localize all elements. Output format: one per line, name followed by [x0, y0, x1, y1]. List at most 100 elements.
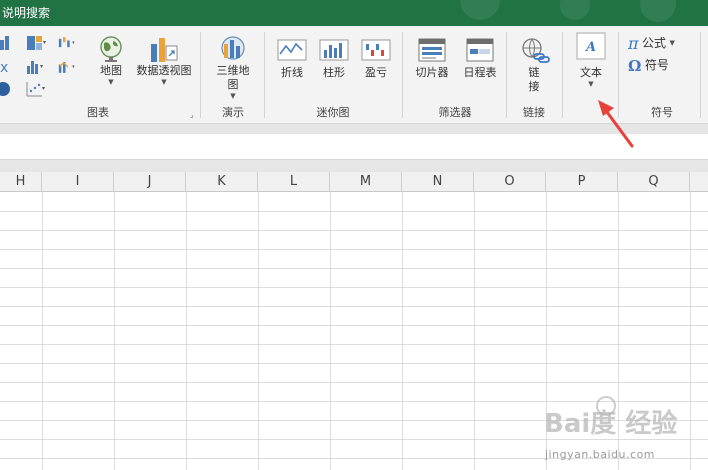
- pi-icon: π: [628, 34, 639, 53]
- grid-row-line: [0, 306, 708, 307]
- column-headers: H I J K L M N O P Q: [0, 172, 708, 192]
- chevron-down-icon: ▼: [669, 39, 675, 47]
- links-group: 链 接 链接: [510, 26, 558, 124]
- group-divider: [618, 32, 619, 118]
- title-bar: 说明搜索: [0, 0, 708, 26]
- column-header-h[interactable]: H: [0, 172, 42, 192]
- column-header-p[interactable]: P: [546, 172, 618, 192]
- combo-chart-icon[interactable]: ▾: [58, 58, 78, 76]
- grid-row-line: [0, 230, 708, 231]
- grid-row-line: [0, 268, 708, 269]
- link-label-line1: 链: [528, 66, 540, 79]
- text-label: 文本: [580, 66, 602, 79]
- column-header-q[interactable]: Q: [618, 172, 690, 192]
- sparkline-line-button[interactable]: 折线: [274, 36, 310, 80]
- timeline-button[interactable]: 日程表: [458, 36, 502, 80]
- grid-column-line: [258, 192, 259, 470]
- column-header-k[interactable]: K: [186, 172, 258, 192]
- globe-icon: [100, 36, 122, 62]
- pie-chart-icon[interactable]: [0, 80, 20, 98]
- grid-column-line: [402, 192, 403, 470]
- textbox-icon: A: [576, 32, 606, 60]
- filters-group-label: 筛选器: [438, 106, 472, 119]
- waterfall-chart-icon[interactable]: ▾: [58, 34, 78, 52]
- sparkline-column-icon: [319, 39, 349, 61]
- column-header-i[interactable]: I: [42, 172, 114, 192]
- group-divider: [700, 32, 701, 118]
- sparkline-winloss-label: 盈亏: [365, 66, 387, 79]
- filters-group: 切片器 日程表 筛选器: [406, 26, 504, 124]
- group-divider: [402, 32, 403, 118]
- statistic-chart-icon[interactable]: ▾: [26, 58, 46, 76]
- svg-text:▾: ▾: [72, 64, 75, 70]
- dialog-launcher-icon[interactable]: ⌟: [190, 110, 194, 119]
- grid-column-line: [114, 192, 115, 470]
- grid-row-line: [0, 287, 708, 288]
- symbols-group-label: 符号: [651, 106, 673, 119]
- column-header-l[interactable]: L: [258, 172, 330, 192]
- chevron-down-icon: ▼: [588, 80, 594, 88]
- group-divider: [200, 32, 201, 118]
- sparkline-winloss-button[interactable]: 盈亏: [358, 36, 394, 80]
- watermark-url: jingyan.baidu.com: [545, 448, 656, 461]
- sparkline-line-icon: [277, 39, 307, 61]
- tours-group-label: 演示: [222, 106, 244, 119]
- equation-label: 公式: [642, 36, 667, 50]
- grid-row-line: [0, 344, 708, 345]
- charts-group-label: 图表: [87, 106, 109, 119]
- sparkline-column-label: 柱形: [323, 66, 345, 79]
- map-chart-button[interactable]: 地图 ▼: [94, 34, 128, 86]
- 3d-map-label-line1: 三维地: [216, 64, 250, 77]
- text-group: A 文本 ▼: [566, 26, 616, 124]
- slicer-icon: [418, 38, 446, 62]
- sparkline-winloss-icon: [361, 39, 391, 61]
- pivot-chart-button[interactable]: 数据透视图 ▼: [132, 34, 196, 86]
- equation-button[interactable]: π 公式 ▼: [628, 34, 690, 53]
- symbol-button[interactable]: Ω 符号: [628, 56, 690, 75]
- timeline-icon: [466, 38, 494, 62]
- column-header-m[interactable]: M: [330, 172, 402, 192]
- scatter-chart-icon[interactable]: x: [0, 58, 20, 76]
- links-group-label: 链接: [523, 106, 545, 119]
- pivot-chart-icon: [151, 38, 178, 62]
- grid-column-line: [42, 192, 43, 470]
- timeline-label: 日程表: [463, 66, 497, 79]
- grid-row-line: [0, 325, 708, 326]
- chevron-down-icon: ▼: [108, 78, 114, 86]
- group-divider: [562, 32, 563, 118]
- title-decoration: [560, 0, 590, 20]
- group-divider: [264, 32, 265, 118]
- text-button[interactable]: A 文本 ▼: [572, 32, 610, 88]
- column-header-n[interactable]: N: [402, 172, 474, 192]
- charts-group: x ▾ ▾ ▾ ▾ ▾ 地图 ▼ 数据透视图 ▼ 图表 ⌟: [0, 26, 196, 124]
- symbols-group: π 公式 ▼ Ω 符号 符号: [622, 26, 702, 124]
- column-chart-icon[interactable]: [0, 34, 20, 52]
- group-divider: [506, 32, 507, 118]
- link-button[interactable]: 链 接: [516, 36, 552, 94]
- tours-group: 三维地 图 ▼ 演示: [204, 26, 262, 124]
- 3d-map-label-line2: 图: [227, 78, 239, 91]
- scatter-dots-chart-icon[interactable]: ▾: [26, 80, 46, 98]
- sparkline-column-button[interactable]: 柱形: [316, 36, 352, 80]
- grid-column-line: [330, 192, 331, 470]
- formula-bar-gap: [0, 160, 708, 172]
- chevron-down-icon: ▼: [161, 78, 167, 86]
- chevron-down-icon: ▼: [230, 92, 236, 100]
- pivot-chart-label: 数据透视图: [136, 64, 192, 77]
- omega-icon: Ω: [628, 57, 642, 75]
- column-header-j[interactable]: J: [114, 172, 186, 192]
- title-decoration: [460, 0, 500, 20]
- link-icon: [522, 38, 550, 63]
- ribbon-bottom-gap: [0, 124, 708, 134]
- 3d-map-icon: [221, 36, 245, 60]
- grid-row-line: [0, 363, 708, 364]
- slicer-button[interactable]: 切片器: [410, 36, 454, 80]
- column-header-o[interactable]: O: [474, 172, 546, 192]
- link-label-line2: 接: [528, 80, 540, 93]
- tell-me-search[interactable]: 说明搜索: [2, 4, 50, 21]
- 3d-map-button[interactable]: 三维地 图 ▼: [210, 34, 256, 100]
- sparklines-group: 折线 柱形 盈亏 迷你图: [268, 26, 398, 124]
- formula-bar[interactable]: [0, 134, 708, 160]
- hierarchy-chart-icon[interactable]: ▾: [26, 34, 46, 52]
- grid-row-line: [0, 211, 708, 212]
